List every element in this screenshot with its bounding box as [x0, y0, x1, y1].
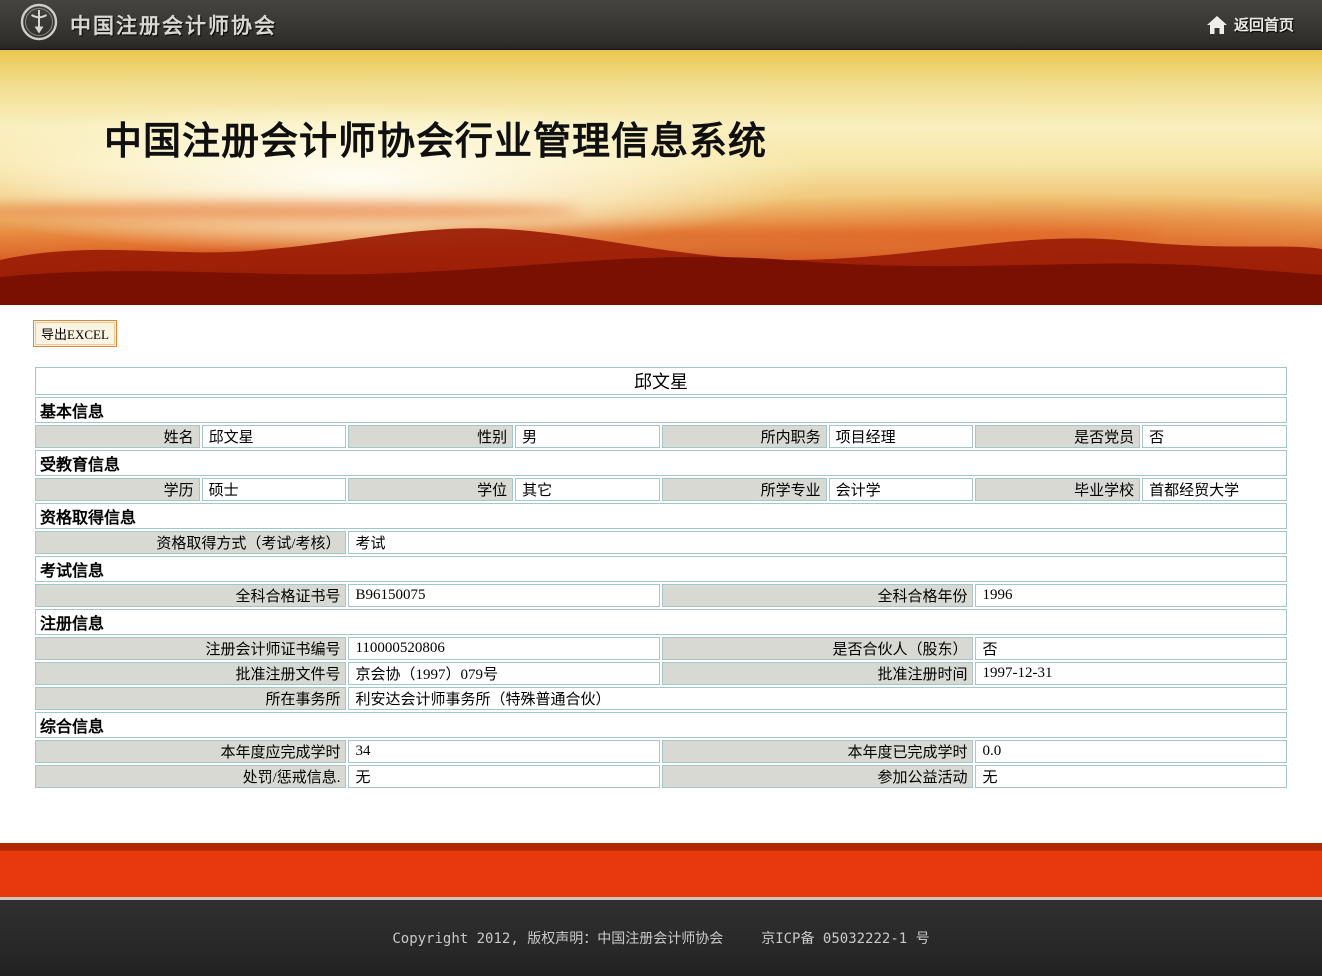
copyright-text: Copyright 2012, 版权声明：中国注册会计师协会	[392, 928, 723, 948]
field-value: 男	[515, 425, 660, 448]
cicpa-logo-icon	[20, 3, 58, 46]
field-value: 会计学	[829, 478, 974, 501]
field-label: 全科合格年份	[662, 584, 973, 607]
field-value: 34	[348, 740, 659, 763]
section-header-row: 受教育信息	[35, 450, 1287, 476]
section-header-row: 综合信息	[35, 712, 1287, 738]
field-label: 参加公益活动	[662, 765, 973, 788]
field-value: 其它	[515, 478, 660, 501]
field-label: 所内职务	[662, 425, 827, 448]
section-heading: 综合信息	[35, 712, 1287, 738]
field-value: 利安达会计师事务所（特殊普通合伙）	[348, 687, 1287, 710]
mountain-silhouette	[0, 205, 1322, 305]
table-row: 姓名 邱文星 性别 男 所内职务 项目经理 是否党员 否	[35, 425, 1287, 448]
section-header-row: 基本信息	[35, 397, 1287, 423]
field-label: 资格取得方式（考试/考核）	[35, 531, 346, 554]
person-name: 邱文星	[35, 367, 1287, 395]
return-home-link[interactable]: 返回首页	[1207, 14, 1294, 35]
field-label: 批准注册文件号	[35, 662, 346, 685]
field-label: 是否合伙人（股东）	[662, 637, 973, 660]
export-excel-button[interactable]: 导出EXCEL	[33, 320, 117, 347]
home-icon[interactable]	[1207, 16, 1227, 34]
section-heading: 受教育信息	[35, 450, 1287, 476]
field-value: 首都经贸大学	[1142, 478, 1287, 501]
field-label: 学历	[35, 478, 200, 501]
field-value: 硕士	[202, 478, 347, 501]
section-heading: 考试信息	[35, 556, 1287, 582]
field-value: 1996	[975, 584, 1287, 607]
field-label: 毕业学校	[975, 478, 1140, 501]
icp-number: 京ICP备 05032222-1 号	[761, 928, 929, 948]
field-label: 所在事务所	[35, 687, 346, 710]
section-heading: 注册信息	[35, 609, 1287, 635]
top-bar: 中国注册会计师协会 返回首页	[0, 0, 1322, 50]
table-row: 资格取得方式（考试/考核） 考试	[35, 531, 1287, 554]
orange-divider-bar	[0, 843, 1322, 897]
main-content: 导出EXCEL 邱文星 基本信息 姓名 邱文星 性别 男 所内职务 项目经理 是…	[0, 305, 1322, 843]
field-value: 0.0	[975, 740, 1287, 763]
table-row: 注册会计师证书编号 110000520806 是否合伙人（股东） 否	[35, 637, 1287, 660]
field-value: 否	[1142, 425, 1287, 448]
field-label: 姓名	[35, 425, 200, 448]
table-row: 本年度应完成学时 34 本年度已完成学时 0.0	[35, 740, 1287, 763]
field-label: 本年度应完成学时	[35, 740, 346, 763]
field-label: 本年度已完成学时	[662, 740, 973, 763]
field-value: 否	[975, 637, 1287, 660]
field-label: 处罚/惩戒信息.	[35, 765, 346, 788]
field-value: 无	[348, 765, 659, 788]
section-heading: 资格取得信息	[35, 503, 1287, 529]
section-header-row: 资格取得信息	[35, 503, 1287, 529]
brand: 中国注册会计师协会	[20, 3, 277, 46]
field-value: 无	[975, 765, 1287, 788]
field-value: 邱文星	[202, 425, 347, 448]
section-header-row: 考试信息	[35, 556, 1287, 582]
section-header-row: 注册信息	[35, 609, 1287, 635]
field-label: 所学专业	[662, 478, 827, 501]
table-row: 学历 硕士 学位 其它 所学专业 会计学 毕业学校 首都经贸大学	[35, 478, 1287, 501]
field-value: 110000520806	[348, 637, 659, 660]
table-row: 批准注册文件号 京会协（1997）079号 批准注册时间 1997-12-31	[35, 662, 1287, 685]
section-heading: 基本信息	[35, 397, 1287, 423]
field-label: 批准注册时间	[662, 662, 973, 685]
field-label: 性别	[348, 425, 513, 448]
field-label: 是否党员	[975, 425, 1140, 448]
footer: Copyright 2012, 版权声明：中国注册会计师协会 京ICP备 050…	[0, 897, 1322, 976]
field-label: 学位	[348, 478, 513, 501]
field-label: 全科合格证书号	[35, 584, 346, 607]
table-row: 所在事务所 利安达会计师事务所（特殊普通合伙）	[35, 687, 1287, 710]
field-value: 京会协（1997）079号	[348, 662, 659, 685]
profile-title-row: 邱文星	[35, 367, 1287, 395]
system-title: 中国注册会计师协会行业管理信息系统	[104, 110, 767, 165]
table-row: 处罚/惩戒信息. 无 参加公益活动 无	[35, 765, 1287, 788]
hero-banner: 中国注册会计师协会行业管理信息系统	[0, 50, 1322, 305]
brand-title: 中国注册会计师协会	[70, 10, 277, 40]
home-link-label[interactable]: 返回首页	[1234, 14, 1294, 35]
field-value: B96150075	[348, 584, 659, 607]
field-label: 注册会计师证书编号	[35, 637, 346, 660]
field-value: 考试	[348, 531, 1287, 554]
field-value: 1997-12-31	[975, 662, 1287, 685]
profile-table: 邱文星 基本信息 姓名 邱文星 性别 男 所内职务 项目经理 是否党员 否 受教…	[33, 365, 1289, 790]
field-value: 项目经理	[829, 425, 974, 448]
table-row: 全科合格证书号 B96150075 全科合格年份 1996	[35, 584, 1287, 607]
